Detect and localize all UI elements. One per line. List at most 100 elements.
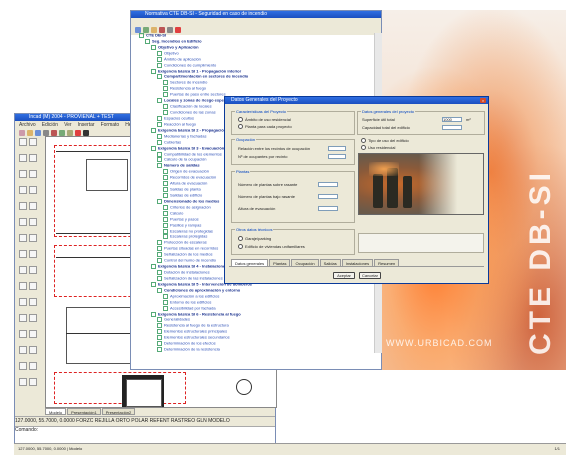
draw-tool-icon[interactable] [29,170,37,178]
draw-tool-icon[interactable] [19,154,27,162]
tree-node[interactable]: Clasificación de locales [163,104,212,110]
draw-tool-icon[interactable] [19,362,27,370]
menu-item[interactable]: Archivo [19,121,36,129]
checkbox-icon[interactable] [157,329,162,335]
checkbox-icon[interactable] [157,121,162,127]
checkbox-icon[interactable] [157,317,162,323]
draw-tool-icon[interactable] [29,250,37,258]
checkbox-icon[interactable] [151,311,156,317]
evacuation-height-input[interactable] [318,206,338,211]
tree-node[interactable]: Condiciones de cumplimiento [157,62,216,68]
checkbox-icon[interactable] [163,80,168,86]
draw-tool-icon[interactable] [19,218,27,226]
checkbox-icon[interactable] [157,258,162,264]
tree-node[interactable]: Protección de escaleras [157,240,207,246]
sheet-tab[interactable]: Modelo [45,408,67,415]
draw-tool-icon[interactable] [19,186,27,194]
ok-button[interactable]: Aceptar [333,272,355,279]
checkbox-icon[interactable] [157,341,162,347]
checkbox-icon[interactable] [157,323,162,329]
checkbox-icon[interactable] [163,110,168,116]
checkbox-icon[interactable] [163,293,168,299]
tree-node[interactable]: Número de salidas [157,163,200,169]
occupants-input[interactable] [328,154,346,159]
tree-node[interactable]: Determinación de la resistencia [157,347,220,353]
checkbox-icon[interactable] [157,270,162,276]
draw-tool-icon[interactable] [29,346,37,354]
checkbox-icon[interactable] [151,127,156,133]
menu-item[interactable]: Edición [42,121,58,129]
tree-node[interactable]: Resistencia al fuego de la estructura [157,323,229,329]
checkbox-icon[interactable] [151,44,156,50]
checkbox-icon[interactable] [163,104,168,110]
checkbox-icon[interactable] [163,181,168,187]
floors-below-input[interactable] [318,194,338,199]
tree-node[interactable]: Sectores de incendio [163,80,207,86]
tree-node[interactable]: Dotación de instalaciones [157,270,210,276]
checkbox-icon[interactable] [139,33,144,38]
tree-node[interactable]: Compartimentación en sectores de incendi… [157,74,248,80]
draw-tool-icon[interactable] [29,202,37,210]
checkbox-icon[interactable] [157,56,162,62]
tree-node[interactable]: Resistencia al fuego [163,86,206,92]
draw-tool-icon[interactable] [19,234,27,242]
tree-node[interactable]: Determinación de los efectos [157,341,216,347]
tree-node[interactable]: Reacción al fuego [157,121,196,127]
checkbox-icon[interactable] [157,115,162,121]
capacity-input[interactable] [442,125,462,130]
tree-node[interactable]: Escaleras no protegidas [163,228,213,234]
draw-tool-icon[interactable] [19,378,27,386]
tree-node[interactable]: Señalización de las instalaciones [157,275,223,281]
checkbox-icon[interactable] [157,139,162,145]
tree-node[interactable]: Elementos estructurales principales [157,329,227,335]
tree-node[interactable]: Criterios de asignación [163,204,211,210]
checkbox-icon[interactable] [157,163,162,169]
tree-node[interactable]: Origen de evacuación [163,169,209,175]
tree-node[interactable]: Puertas situadas en recorridos [157,246,218,252]
option-plant[interactable]: Planta para cada proyecto [238,124,292,130]
tree-node[interactable]: Exigencia básica SI 1 - Propagación inte… [151,68,241,74]
draw-tool-icon[interactable] [19,282,27,290]
cancel-button[interactable]: Cancelar [359,272,381,279]
tree-node[interactable]: Compatibilidad de los elementos [157,151,222,157]
tree-node[interactable]: Espacios ocultos [157,115,194,121]
draw-tool-icon[interactable] [29,266,37,274]
checkbox-icon[interactable] [157,275,162,281]
tree-node[interactable]: CTE DB-SI [139,33,166,38]
tree-node[interactable]: Altura de evacuación [163,181,207,187]
checkbox-icon[interactable] [157,287,162,293]
tree-node[interactable]: Dimensionado de los medios [157,198,219,204]
checkbox-icon[interactable] [151,145,156,151]
draw-tool-icon[interactable] [19,346,27,354]
draw-tool-icon[interactable] [19,314,27,322]
checkbox-icon[interactable] [163,204,168,210]
checkbox-icon[interactable] [157,151,162,157]
tree-node[interactable]: Elementos estructurales secundarios [157,335,230,341]
draw-tool-icon[interactable] [29,298,37,306]
tree-node[interactable]: Condiciones de aproximación y entorno [157,287,240,293]
menu-item[interactable]: Formato [101,121,120,129]
tree-node[interactable]: Aproximación a los edificios [163,293,219,299]
checkbox-icon[interactable] [157,98,162,104]
draw-tool-icon[interactable] [19,330,27,338]
checkbox-icon[interactable] [151,264,156,270]
tree-node[interactable]: Condiciones de las zonas [163,110,216,116]
checkbox-icon[interactable] [157,157,162,163]
draw-tool-icon[interactable] [19,298,27,306]
draw-tool-icon[interactable] [29,154,37,162]
tree-node[interactable]: Puertas de paso entre sectores [163,92,226,98]
checkbox-icon[interactable] [163,92,168,98]
checkbox-icon[interactable] [145,38,150,44]
checkbox-icon[interactable] [157,252,162,258]
draw-tool-icon[interactable] [29,282,37,290]
checkbox-icon[interactable] [157,50,162,56]
checkbox-icon[interactable] [163,193,168,198]
tree-node[interactable]: Recorridos de evacuación [163,175,216,181]
checkbox-icon[interactable] [151,68,156,74]
checkbox-icon[interactable] [157,198,162,204]
option-residential[interactable]: Ámbito de uso residencial [238,117,291,123]
tree-node[interactable]: Control del humo de incendio [157,258,216,264]
option-use-type[interactable]: Tipo de uso del edificio [361,138,409,144]
draw-tool-icon[interactable] [19,250,27,258]
draw-tool-icon[interactable] [19,202,27,210]
